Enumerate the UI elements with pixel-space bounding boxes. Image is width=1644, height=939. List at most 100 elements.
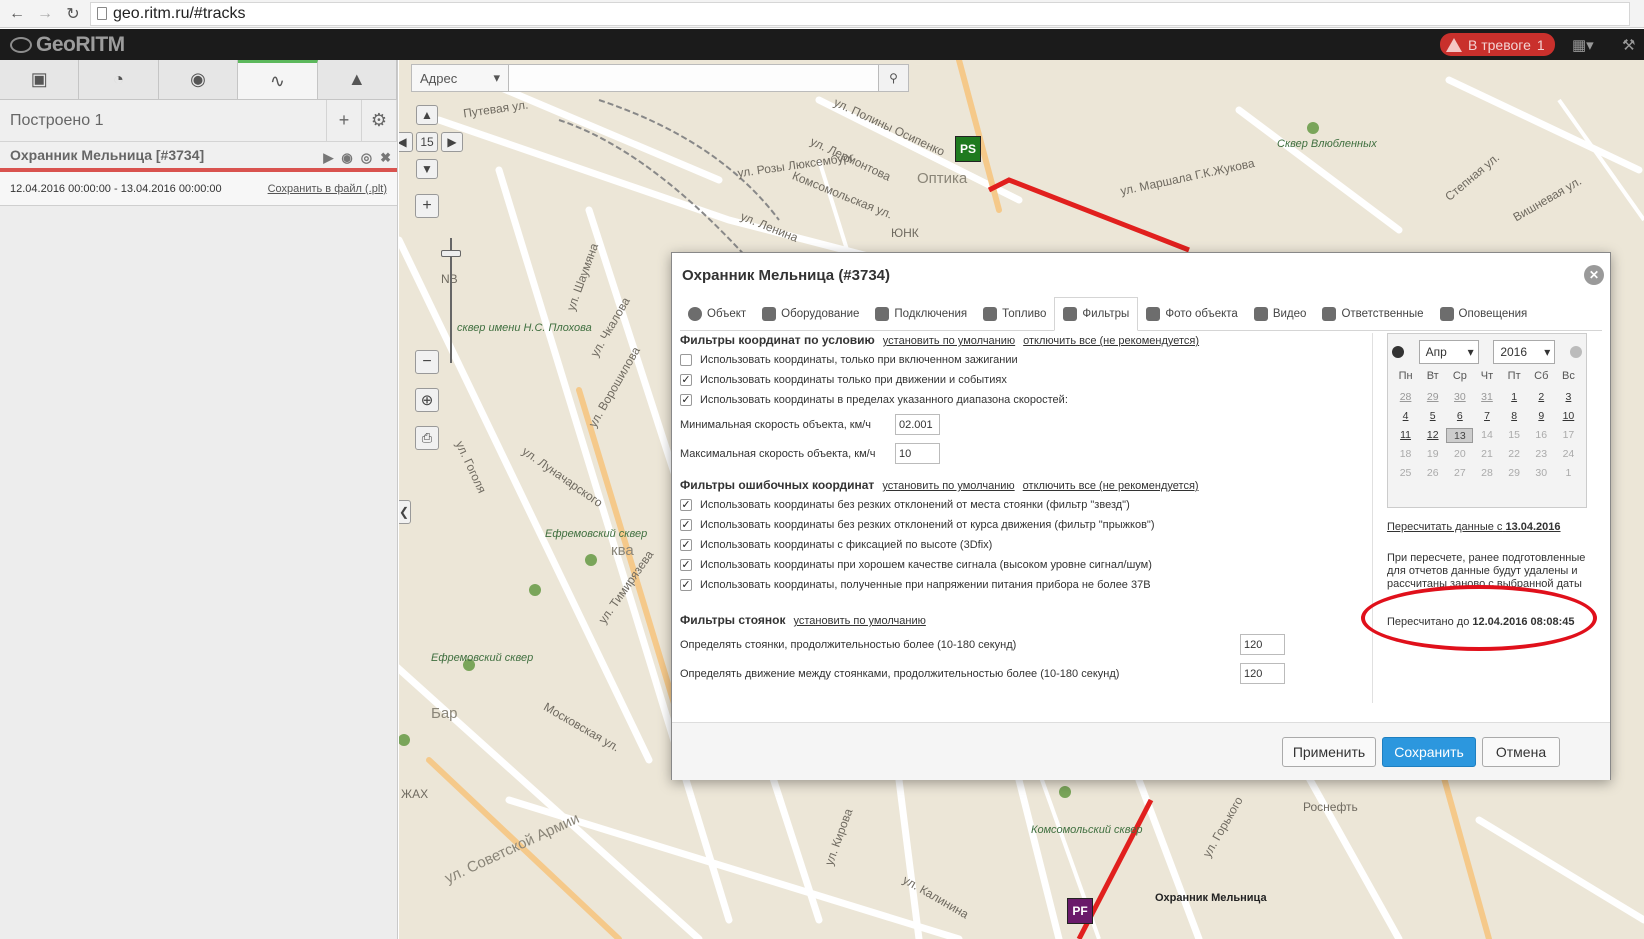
move-duration-input[interactable]: 120: [1240, 663, 1285, 684]
pan-up-icon[interactable]: ▲: [416, 105, 438, 125]
calendar-day[interactable]: 7: [1473, 409, 1500, 424]
tab-object[interactable]: Объект: [680, 298, 754, 330]
filter-option[interactable]: ✓ Использовать координаты в пределах указ…: [680, 390, 1360, 410]
save-file-link[interactable]: Сохранить в файл (.plt): [268, 183, 387, 195]
tab-equipment[interactable]: Оборудование: [754, 298, 867, 330]
save-button[interactable]: Сохранить: [1382, 737, 1476, 767]
filter-option[interactable]: ✓ Использовать координаты с фиксацией по …: [680, 535, 1360, 555]
collapse-panel-chevron-icon[interactable]: ❮: [399, 500, 411, 524]
coord-default-link[interactable]: установить по умолчанию: [883, 335, 1015, 347]
recalc-link[interactable]: Пересчитать данные с 13.04.2016: [1387, 521, 1561, 533]
track-item[interactable]: Охранник Мельница [#3734] ▶ ◉ ◎ ✖: [0, 142, 397, 172]
calendar-day[interactable]: 31: [1473, 390, 1500, 405]
search-type-select[interactable]: Адрес ▾: [411, 64, 509, 92]
checkbox-checked[interactable]: ✓: [680, 499, 692, 511]
close-icon[interactable]: ✖: [380, 150, 391, 166]
hide-eye-icon[interactable]: ◎: [361, 150, 372, 166]
address-input[interactable]: [509, 64, 879, 92]
logo[interactable]: GeoRITM: [0, 33, 125, 57]
locate-crosshair-icon[interactable]: ⊕: [415, 388, 439, 412]
tab-video[interactable]: Видео: [1246, 298, 1315, 330]
zoom-in-button[interactable]: +: [415, 194, 439, 218]
stop-duration-row: Определять стоянки, продолжительностью б…: [680, 630, 1360, 659]
max-speed-input[interactable]: 10: [895, 443, 940, 464]
calendar-day[interactable]: 8: [1501, 409, 1528, 424]
checkbox-checked[interactable]: ✓: [680, 394, 692, 406]
checkbox-checked[interactable]: ✓: [680, 374, 692, 386]
month-select[interactable]: Апр ▾: [1418, 340, 1479, 364]
errors-disable-all-link[interactable]: отключить все (не рекомендуется): [1023, 480, 1199, 492]
palette-icon[interactable]: ◉: [341, 150, 352, 166]
zoom-level: 15: [416, 132, 438, 152]
weekday-label: Пн: [1398, 370, 1413, 382]
tab-responsible[interactable]: Ответственные: [1314, 298, 1431, 330]
address-bar[interactable]: geo.ritm.ru/#tracks: [90, 1, 1630, 26]
tab-charts-icon[interactable]: ▲: [318, 60, 398, 99]
play-icon[interactable]: ▶: [323, 150, 333, 166]
pan-left-icon[interactable]: ◀: [399, 132, 413, 152]
pan-right-icon[interactable]: ▶: [441, 132, 463, 152]
checkbox-checked[interactable]: ✓: [680, 579, 692, 591]
reload-icon[interactable]: ↻: [62, 3, 84, 25]
tab-notifications[interactable]: Оповещения: [1432, 298, 1536, 330]
year-select[interactable]: 2016 ▾: [1493, 340, 1556, 364]
track-start-marker[interactable]: PS: [955, 136, 981, 162]
calendar-day[interactable]: 3: [1555, 390, 1582, 405]
print-icon[interactable]: ⎙: [415, 426, 439, 450]
checkbox-checked[interactable]: ✓: [680, 539, 692, 551]
apply-button[interactable]: Применить: [1282, 737, 1376, 767]
calendar-day[interactable]: 5: [1419, 409, 1446, 424]
calendar-day[interactable]: 6: [1446, 409, 1473, 424]
calendar-day[interactable]: 12: [1419, 428, 1446, 443]
calendar-day[interactable]: 11: [1392, 428, 1419, 443]
pan-down-icon[interactable]: ▼: [416, 159, 438, 179]
next-month-icon[interactable]: [1569, 346, 1582, 358]
zoom-slider-handle[interactable]: [441, 250, 461, 257]
tab-filters[interactable]: Фильтры: [1054, 297, 1139, 331]
close-dialog-icon[interactable]: ✕: [1584, 265, 1604, 285]
tab-connections[interactable]: Подключения: [867, 298, 975, 330]
checkbox-checked[interactable]: ✓: [680, 559, 692, 571]
tab-reports-pie-icon[interactable]: ◔: [79, 60, 159, 99]
add-track-button[interactable]: +: [327, 100, 362, 141]
calendar-day[interactable]: 2: [1528, 390, 1555, 405]
calendar-day[interactable]: 1: [1501, 390, 1528, 405]
filter-option[interactable]: ✓ Использовать координаты без резких откл…: [680, 495, 1360, 515]
cancel-button[interactable]: Отмена: [1482, 737, 1560, 767]
wrench-icon[interactable]: ⚒: [1622, 36, 1635, 54]
tab-objects-car-icon[interactable]: ▣: [0, 60, 80, 99]
forward-arrow-icon[interactable]: →: [34, 3, 56, 25]
settings-gear-icon[interactable]: ⚙: [362, 100, 397, 141]
filter-option[interactable]: Использовать координаты, только при вклю…: [680, 350, 1360, 370]
back-arrow-icon[interactable]: ←: [6, 3, 28, 25]
calendar-day[interactable]: 4: [1392, 409, 1419, 424]
calendar-day[interactable]: 29: [1419, 390, 1446, 405]
filter-option[interactable]: ✓ Использовать координаты без резких откл…: [680, 515, 1360, 535]
language-icon[interactable]: ▦▾: [1572, 36, 1594, 54]
tab-geozones-pin-icon[interactable]: ◉: [159, 60, 239, 99]
filter-option[interactable]: ✓ Использовать координаты, полученные при…: [680, 575, 1360, 595]
filter-option[interactable]: ✓ Использовать координаты только при движ…: [680, 370, 1360, 390]
coord-disable-all-link[interactable]: отключить все (не рекомендуется): [1023, 335, 1199, 347]
tab-photo[interactable]: Фото объекта: [1138, 298, 1246, 330]
tab-tracks-route-icon[interactable]: ∿: [238, 60, 318, 99]
calendar-day-selected[interactable]: 13: [1446, 428, 1474, 443]
tab-fuel[interactable]: Топливо: [975, 298, 1054, 330]
errors-default-link[interactable]: установить по умолчанию: [882, 480, 1014, 492]
min-speed-input[interactable]: 02.001: [895, 414, 940, 435]
checkbox[interactable]: [680, 354, 692, 366]
track-end-marker[interactable]: PF: [1067, 898, 1093, 924]
checkbox-checked[interactable]: ✓: [680, 519, 692, 531]
alarm-button[interactable]: В тревоге 1: [1440, 33, 1555, 56]
filter-option[interactable]: ✓ Использовать координаты при хорошем кач…: [680, 555, 1360, 575]
zoom-out-button[interactable]: −: [415, 350, 439, 374]
calendar-day[interactable]: 28: [1392, 390, 1419, 405]
stop-duration-input[interactable]: 120: [1240, 634, 1285, 655]
calendar-day[interactable]: 9: [1528, 409, 1555, 424]
caret-down-icon: ▾: [493, 70, 500, 85]
calendar-day[interactable]: 30: [1446, 390, 1473, 405]
prev-month-icon[interactable]: [1392, 346, 1404, 358]
calendar-day[interactable]: 10: [1555, 409, 1582, 424]
stops-default-link[interactable]: установить по умолчанию: [794, 615, 926, 627]
search-icon[interactable]: ⚲: [879, 64, 909, 92]
